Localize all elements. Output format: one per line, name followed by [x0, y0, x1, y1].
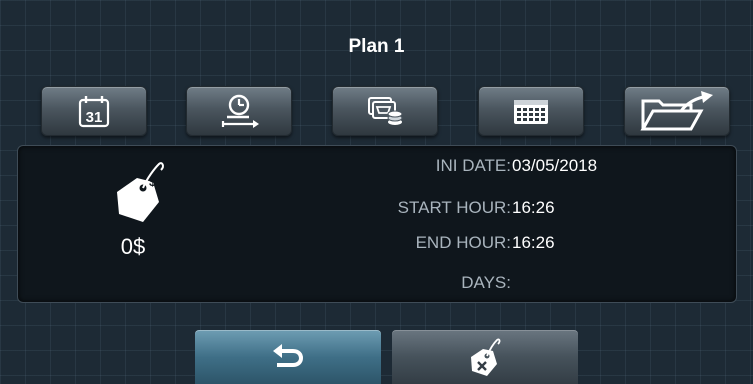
back-button[interactable] — [195, 330, 381, 384]
export-folder-icon — [640, 91, 713, 131]
delete-price-tag-icon — [471, 338, 501, 376]
price-list-button[interactable] — [332, 86, 438, 136]
calendar-grid-icon — [514, 100, 548, 124]
ini-date-label: INI DATE: — [435, 156, 511, 175]
calendar-day-icon: 31 — [78, 96, 110, 128]
calendar-grid-button[interactable] — [478, 86, 584, 136]
toolbar: 31 — [0, 86, 753, 136]
price-list-icon — [368, 97, 403, 125]
end-hour-row: END HOUR: 16:26 — [18, 233, 736, 257]
back-arrow-icon — [273, 344, 304, 367]
start-hour-value: 16:26 — [512, 198, 555, 217]
end-hour-label: END HOUR: — [415, 233, 511, 252]
plan-details-panel: $ 0$ INI DATE: 03/05/2018 START HOUR: 16… — [17, 145, 737, 303]
ini-date-value: 03/05/2018 — [512, 156, 598, 175]
start-hour-label: START HOUR: — [397, 198, 511, 217]
delete-price-button[interactable] — [392, 330, 578, 384]
ini-date-row: INI DATE: 03/05/2018 — [18, 156, 736, 180]
time-range-icon — [221, 94, 259, 128]
calendar-day-button[interactable]: 31 — [41, 86, 147, 136]
start-hour-row: START HOUR: 16:26 — [18, 198, 736, 222]
days-row: DAYS: — [18, 273, 736, 297]
days-label: DAYS: — [461, 273, 511, 292]
end-hour-value: 16:26 — [512, 233, 555, 252]
calendar-day-number: 31 — [86, 109, 103, 126]
page-title: Plan 1 — [348, 36, 405, 57]
time-range-button[interactable] — [186, 86, 292, 136]
export-folder-button[interactable] — [624, 86, 730, 136]
bottom-bar — [0, 330, 753, 384]
